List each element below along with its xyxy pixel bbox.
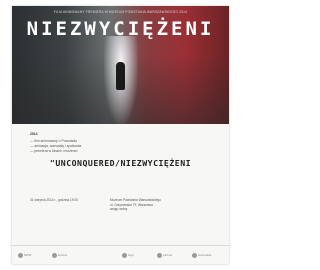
- event-date: 31 sierpnia 2014 r., godzina 19.00: [30, 198, 79, 202]
- info-block: 2014 — film animowany o Powstaniu — anim…: [30, 132, 210, 154]
- logo-mark-icon: [122, 252, 127, 258]
- logo-mark-icon: [157, 252, 162, 258]
- sponsor-logo: logo: [122, 252, 134, 258]
- logo-mark-icon: [52, 252, 57, 258]
- venue-line: wstęp wolny: [110, 207, 128, 212]
- sponsor-logo: warszawa: [192, 252, 211, 258]
- sponsor-logo: kultura: [52, 252, 67, 258]
- hero-figure: [116, 62, 125, 90]
- sponsor-logo: partner: [157, 252, 173, 258]
- venue: Muzeum Powstania Warszawskiego ul. Grzyb…: [110, 198, 220, 212]
- poster-subtitle: "UNCONQUERED/NIEZWYCIĘŻENI: [49, 158, 192, 168]
- sponsor-footer: MPW kultura logo partner warszawa: [12, 245, 229, 264]
- poster: FILM ANIMOWANY PREMIERA W MUZEUM POWSTAN…: [12, 6, 229, 264]
- logo-mark-icon: [192, 252, 197, 258]
- poster-title: NIEZWYCIĘŻENI: [26, 18, 215, 40]
- info-heading: 2014: [30, 132, 38, 136]
- poster-topline: FILM ANIMOWANY PREMIERA W MUZEUM POWSTAN…: [53, 10, 188, 14]
- sponsor-logo: MPW: [18, 252, 31, 258]
- logo-mark-icon: [18, 252, 23, 258]
- hero-image: FILM ANIMOWANY PREMIERA W MUZEUM POWSTAN…: [12, 6, 229, 124]
- info-line: — premiera w kinach i muzeum: [30, 149, 78, 153]
